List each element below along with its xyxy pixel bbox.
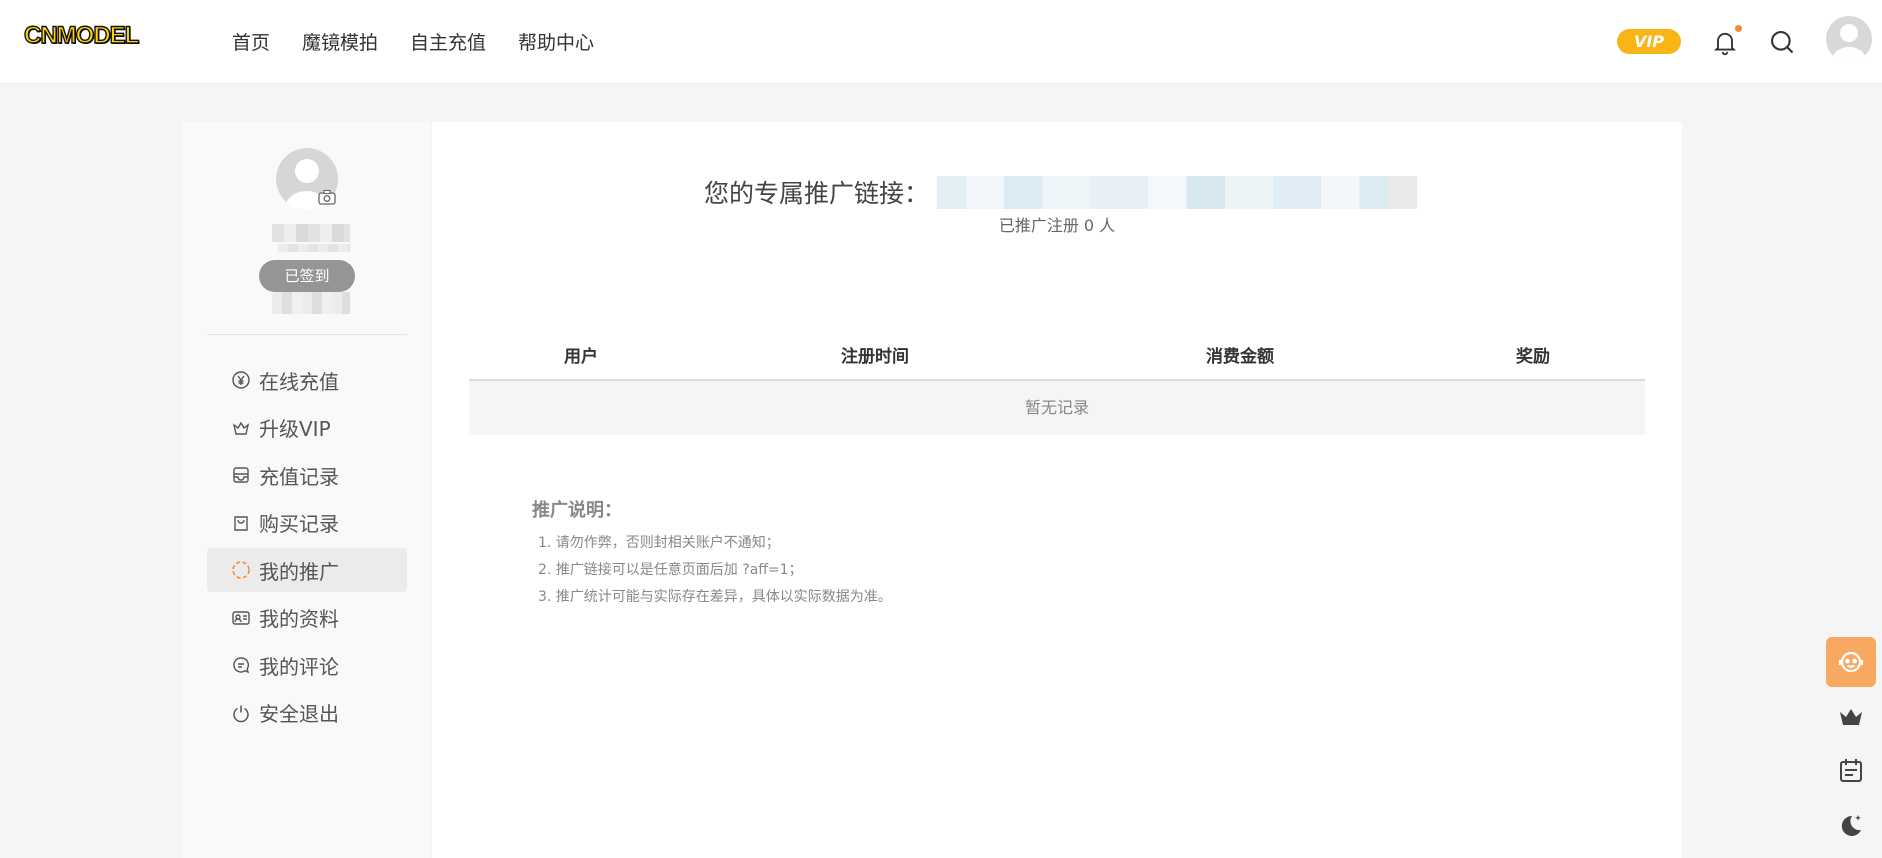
sidebar-item-my-promotion[interactable]: 我的推广: [207, 548, 407, 592]
nav-item-magic-mirror[interactable]: 魔镜模拍: [302, 28, 378, 55]
sidebar-item-my-comments[interactable]: 我的评论: [207, 643, 407, 687]
vip-float-button[interactable]: [1826, 692, 1876, 742]
sidebar-item-logout[interactable]: 安全退出: [207, 691, 407, 735]
main-nav: 首页 魔镜模拍 自主充值 帮助中心: [232, 28, 594, 55]
share-icon: [232, 561, 250, 579]
bell-icon[interactable]: [1711, 28, 1739, 56]
vip-badge[interactable]: VIP: [1617, 29, 1681, 54]
note-item: 1. 请勿作弊，否则封相关账户不通知；: [538, 535, 780, 551]
note-item: 3. 推广统计可能与实际存在差异，具体以实际数据为准。: [538, 589, 892, 605]
sidebar-divider: [207, 334, 407, 335]
sidebar-item-my-profile[interactable]: 我的资料: [207, 596, 407, 640]
promo-link-row: 您的专属推广链接：: [704, 174, 1418, 210]
headset-robot-icon: [1838, 651, 1864, 673]
sidebar-item-label: 我的评论: [259, 654, 339, 679]
search-icon[interactable]: [1768, 28, 1796, 56]
crown-icon: [232, 421, 250, 435]
empty-row: 暂无记录: [469, 381, 1645, 435]
moon-icon: [1841, 815, 1861, 836]
comment-icon: [233, 657, 250, 674]
column-header-user: 用户: [564, 347, 598, 367]
sidebar-item-label: 安全退出: [259, 702, 339, 726]
referral-table: 用户 注册时间 消费金额 奖励 暂无记录: [469, 327, 1645, 435]
yuan-circle-icon: [232, 371, 250, 389]
crown-icon: [1840, 709, 1862, 725]
table-header: 用户 注册时间 消费金额 奖励: [469, 327, 1645, 381]
calendar-icon: [1840, 759, 1862, 782]
customer-service-button[interactable]: [1826, 637, 1876, 687]
notification-dot: [1735, 25, 1742, 32]
checkin-float-button[interactable]: [1826, 746, 1876, 796]
column-header-register-time: 注册时间: [841, 347, 909, 367]
nav-item-self-recharge[interactable]: 自主充值: [410, 28, 486, 55]
promotion-notes: 推广说明： 1. 请勿作弊，否则封相关账户不通知； 2. 推广链接可以是任意页面…: [532, 496, 892, 611]
shopping-bag-icon: [234, 515, 248, 531]
sidebar-item-online-recharge[interactable]: 在线充值: [207, 358, 407, 402]
sidebar-menu: 在线充值 升级VIP 充值记录 购买记录 我的推广 我的资料 我的评论 安全退出: [207, 358, 407, 738]
nav-item-help-center[interactable]: 帮助中心: [518, 28, 594, 55]
signed-in-button[interactable]: 已签到: [259, 260, 355, 292]
promotion-panel: 您的专属推广链接： 已推广注册 0 人 用户 注册时间 消费金额 奖励 暂无记录…: [432, 122, 1682, 858]
id-card-icon: [232, 610, 250, 625]
notes-title: 推广说明：: [532, 500, 622, 521]
column-header-reward: 奖励: [1516, 347, 1550, 367]
sidebar-item-label: 我的推广: [259, 559, 339, 584]
column-header-spend-amount: 消费金额: [1206, 347, 1274, 367]
user-sidebar: 已签到 在线充值 升级VIP 充值记录 购买记录 我的推广 我的资料 我的评论 …: [182, 122, 430, 858]
user-info-redacted: [272, 292, 350, 314]
sidebar-item-recharge-records[interactable]: 充值记录: [207, 453, 407, 497]
user-avatar[interactable]: [1826, 16, 1872, 62]
nav-item-home[interactable]: 首页: [232, 28, 270, 55]
camera-icon[interactable]: [317, 188, 337, 206]
site-logo[interactable]: CNMODEL: [23, 21, 140, 50]
sidebar-item-label: 升级VIP: [259, 417, 331, 441]
promo-link-redacted[interactable]: [937, 175, 1418, 209]
wallet-icon: [233, 467, 249, 483]
sidebar-item-label: 充值记录: [259, 464, 339, 489]
sidebar-item-label: 购买记录: [259, 512, 339, 536]
sidebar-item-label: 在线充值: [259, 369, 339, 394]
sidebar-item-label: 我的资料: [259, 607, 339, 631]
note-item: 2. 推广链接可以是任意页面后加 ?aff=1；: [538, 562, 803, 578]
top-header: CNMODEL 首页 魔镜模拍 自主充值 帮助中心 VIP: [0, 0, 1882, 84]
dark-mode-toggle[interactable]: [1826, 800, 1876, 850]
power-icon: [233, 705, 249, 722]
sidebar-item-upgrade-vip[interactable]: 升级VIP: [207, 406, 407, 450]
username-redacted-sub: [278, 244, 350, 252]
username-redacted: [272, 224, 350, 242]
sidebar-item-purchase-records[interactable]: 购买记录: [207, 501, 407, 545]
promo-link-label: 您的专属推广链接：: [704, 179, 930, 208]
promo-count-text: 已推广注册 0 人: [998, 216, 1116, 235]
